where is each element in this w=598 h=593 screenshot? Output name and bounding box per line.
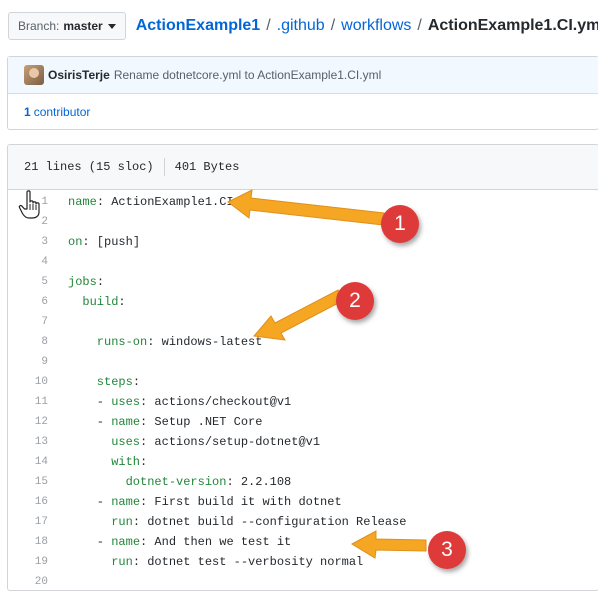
callout-arrow-1 [227, 189, 385, 226]
callout-badge-2: 2 [336, 282, 374, 320]
callout-badge-3: 3 [428, 531, 466, 569]
callout-arrow-3 [350, 530, 427, 559]
annotation-layer [227, 189, 427, 559]
callout-badge-1: 1 [381, 205, 419, 243]
callout-arrow-2 [253, 289, 345, 341]
